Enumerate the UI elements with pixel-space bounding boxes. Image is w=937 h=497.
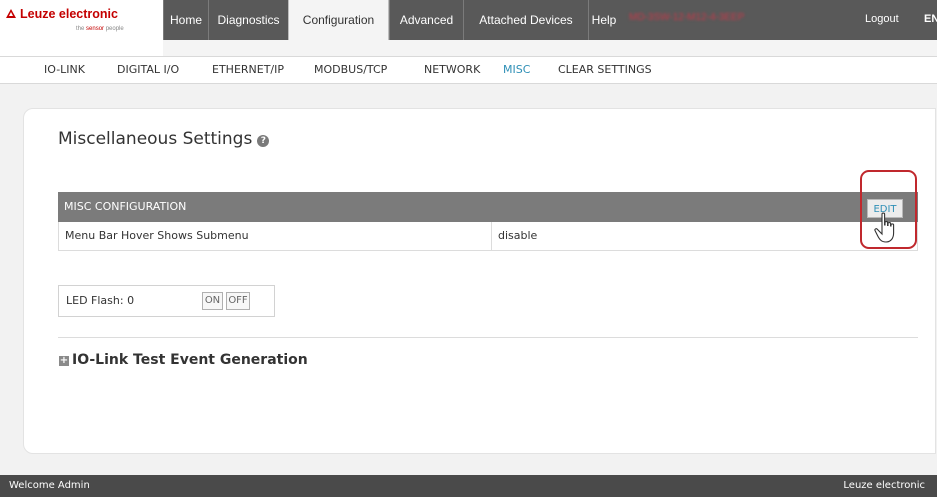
setting-value: disable: [498, 229, 538, 242]
page-title: Miscellaneous Settings?: [58, 129, 270, 149]
setting-label: Menu Bar Hover Shows Submenu: [59, 222, 492, 250]
subnav-modbus-tcp[interactable]: MODBUS/TCP: [314, 63, 387, 76]
section-title: IO-Link Test Event Generation: [72, 352, 308, 368]
tab-configuration[interactable]: Configuration: [288, 0, 389, 40]
tab-attached-devices[interactable]: Attached Devices: [463, 0, 588, 40]
misc-config-header: MISC CONFIGURATION: [58, 192, 918, 222]
brand-logo[interactable]: Leuze electronic the sensor people: [0, 0, 163, 56]
sub-nav: IO-LINK DIGITAL I/O ETHERNET/IP MODBUS/T…: [0, 56, 937, 84]
plus-square-icon[interactable]: +: [59, 356, 69, 366]
hand-pointer-icon: [874, 212, 895, 243]
top-bar: Leuze electronic the sensor people Home …: [0, 0, 937, 56]
subnav-digital-io[interactable]: DIGITAL I/O: [117, 63, 179, 76]
tab-diagnostics[interactable]: Diagnostics: [208, 0, 288, 40]
device-id: MD-3SW-12-M12-4-3EEP: [629, 12, 745, 23]
led-flash-control: LED Flash: 0 ON OFF: [58, 285, 275, 317]
tab-advanced[interactable]: Advanced: [389, 0, 463, 40]
led-flash-label: LED Flash: 0: [66, 294, 135, 307]
table-row: Menu Bar Hover Shows Submenu disable: [58, 222, 918, 251]
settings-panel: Miscellaneous Settings? MISC CONFIGURATI…: [23, 108, 936, 454]
language-selector[interactable]: EN: [924, 13, 937, 25]
main-nav: Home Diagnostics Configuration Advanced …: [163, 0, 619, 40]
nav-right: MD-3SW-12-M12-4-3EEP Logout EN: [619, 0, 937, 40]
subnav-ethernet-ip[interactable]: ETHERNET/IP: [212, 63, 284, 76]
footer-brand: Leuze electronic: [843, 480, 925, 491]
welcome-text: Welcome Admin: [9, 480, 90, 491]
subnav-io-link[interactable]: IO-LINK: [44, 63, 85, 76]
subnav-network[interactable]: NETWORK: [424, 63, 480, 76]
question-circle-icon[interactable]: ?: [257, 135, 270, 147]
logout-link[interactable]: Logout: [865, 13, 899, 25]
subnav-misc[interactable]: MISC: [503, 63, 530, 76]
subnav-clear-settings[interactable]: CLEAR SETTINGS: [558, 63, 652, 76]
io-link-test-event-section[interactable]: + IO-Link Test Event Generation: [59, 352, 308, 368]
tab-home[interactable]: Home: [163, 0, 208, 40]
led-off-button[interactable]: OFF: [226, 292, 250, 310]
tab-help[interactable]: Help: [588, 0, 619, 40]
misc-config-table: MISC CONFIGURATION Menu Bar Hover Shows …: [58, 192, 918, 251]
brand-tagline: the sensor people: [76, 26, 124, 32]
led-on-button[interactable]: ON: [202, 292, 223, 310]
brand-name: Leuze electronic: [20, 7, 118, 21]
divider: [58, 337, 918, 338]
footer: Welcome Admin Leuze electronic: [0, 475, 937, 497]
triangle-logo-icon: [6, 9, 16, 18]
